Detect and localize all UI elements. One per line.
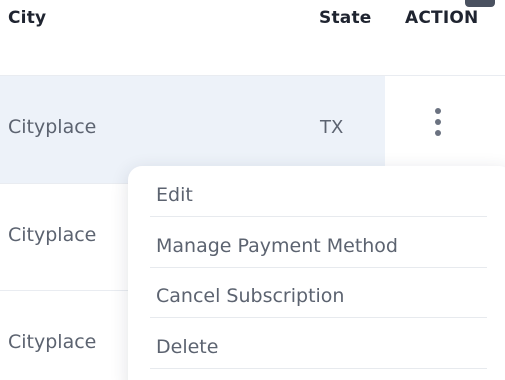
- menu-item-cancel-subscription[interactable]: Cancel Subscription: [150, 267, 487, 318]
- menu-item-label: Cancel Subscription: [156, 285, 345, 307]
- cell-city: Cityplace: [8, 331, 97, 353]
- kebab-dot: [435, 119, 441, 125]
- menu-item-label: Delete: [156, 336, 219, 358]
- column-header-city[interactable]: City: [8, 8, 46, 28]
- menu-item-edit[interactable]: Edit: [150, 166, 487, 217]
- page: City State ACTION Cityplace TX Cityplace…: [0, 0, 505, 380]
- cell-city: Cityplace: [8, 116, 97, 138]
- column-header-action: ACTION: [405, 8, 479, 28]
- menu-item-label: Manage Payment Method: [156, 235, 398, 257]
- kebab-dot: [435, 130, 441, 136]
- column-header-state[interactable]: State: [319, 8, 372, 28]
- cell-city: Cityplace: [8, 224, 97, 246]
- kebab-dot: [435, 108, 441, 114]
- menu-item-label: Edit: [156, 184, 193, 206]
- action-dropdown-menu: Edit Manage Payment Method Cancel Subscr…: [128, 166, 505, 380]
- table-header: City State ACTION: [0, 0, 505, 40]
- menu-item-delete[interactable]: Delete: [150, 318, 487, 369]
- cell-state: TX: [320, 117, 344, 138]
- menu-item-manage-payment-method[interactable]: Manage Payment Method: [150, 217, 487, 268]
- kebab-menu-icon[interactable]: [430, 108, 446, 148]
